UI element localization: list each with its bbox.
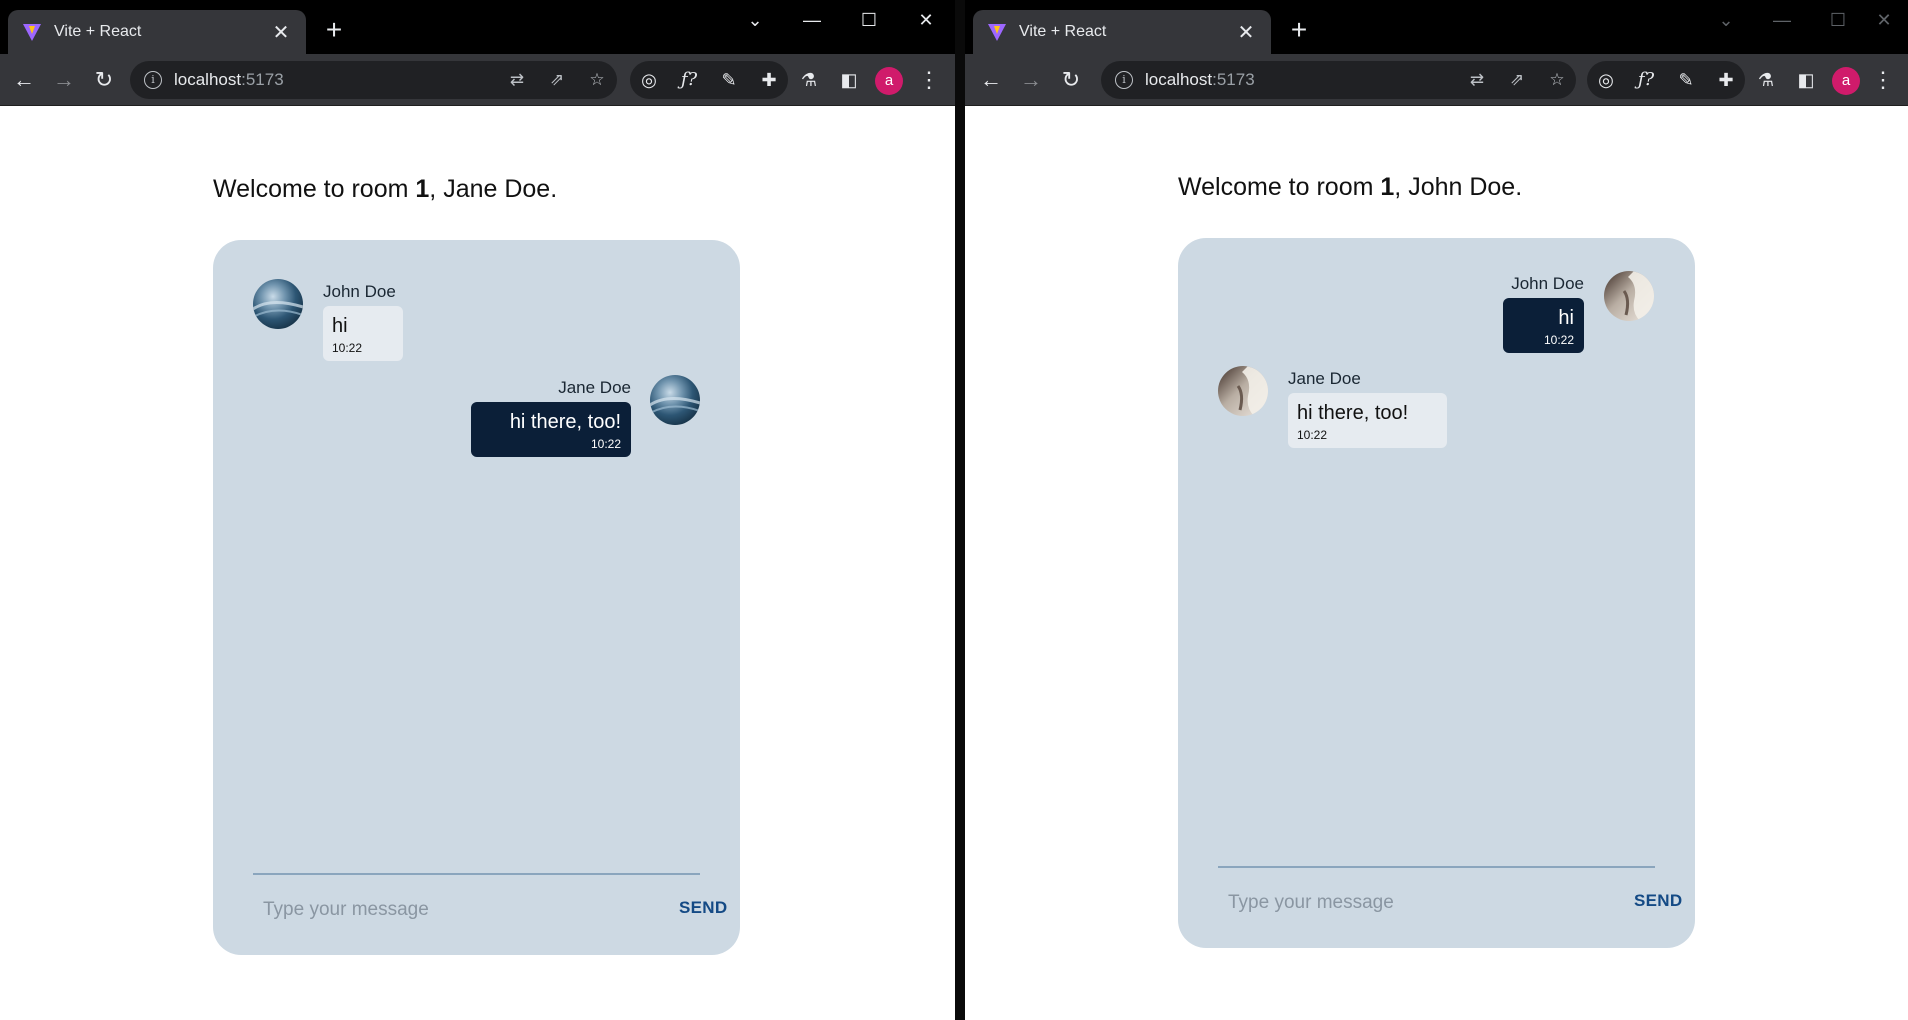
reload-icon[interactable]: ↻ bbox=[88, 64, 120, 96]
browser-toolbar: ← → ↻ i localhost:5173 ⇄ ⇗ ☆ ◎ ƒ? ✎ ✚ ⚗ … bbox=[965, 54, 1908, 106]
extension-target-icon[interactable]: ◎ bbox=[637, 68, 661, 92]
vite-logo-icon bbox=[23, 24, 41, 41]
message-bubble: hi 10:22 bbox=[323, 306, 403, 361]
blue-swirl-avatar bbox=[650, 375, 700, 425]
person-photo-avatar bbox=[1218, 366, 1268, 416]
message-time: 10:22 bbox=[590, 437, 621, 451]
input-underline bbox=[1218, 866, 1655, 868]
close-window-icon[interactable]: ✕ bbox=[1864, 8, 1904, 32]
send-button[interactable]: SEND bbox=[679, 898, 727, 918]
tab-search-chevron-icon[interactable]: ⌄ bbox=[1706, 8, 1746, 32]
message-time: 10:22 bbox=[1543, 333, 1574, 347]
message-bubble: hi 10:22 bbox=[1503, 298, 1584, 353]
browser-window-left: Vite + React ✕ + ⌄ — ☐ ✕ ← → ↻ i localho… bbox=[0, 0, 955, 1020]
url-port: :5173 bbox=[1212, 70, 1255, 89]
reload-icon[interactable]: ↻ bbox=[1055, 64, 1087, 96]
side-panel-icon[interactable]: ◧ bbox=[1794, 68, 1818, 92]
message-sender: Jane Doe bbox=[1288, 369, 1361, 388]
welcome-heading: Welcome to room 1, John Doe. bbox=[1178, 173, 1523, 201]
tab-strip: Vite + React ✕ + ⌄ — ☐ ✕ bbox=[965, 0, 1908, 54]
translate-icon[interactable]: ⇄ bbox=[506, 69, 528, 91]
chat-panel: John Doe hi 10:22 Jane Doe hi there, too… bbox=[1178, 238, 1695, 948]
address-bar[interactable]: i localhost:5173 ⇄ ⇗ ☆ bbox=[1101, 61, 1576, 99]
room-number: 1 bbox=[1380, 173, 1395, 201]
extensions-puzzle-icon[interactable]: ✚ bbox=[757, 68, 781, 92]
maximize-icon[interactable]: ☐ bbox=[1818, 8, 1858, 32]
forward-arrow-icon[interactable]: → bbox=[1015, 64, 1047, 96]
close-tab-icon[interactable]: ✕ bbox=[1235, 20, 1257, 45]
labs-flask-icon[interactable]: ⚗ bbox=[797, 68, 821, 92]
tab-strip: Vite + React ✕ + ⌄ — ☐ ✕ bbox=[0, 0, 955, 54]
url-port: :5173 bbox=[241, 70, 284, 89]
extension-edit-icon[interactable]: ✎ bbox=[1674, 68, 1698, 92]
send-button[interactable]: SEND bbox=[1634, 891, 1682, 911]
share-icon[interactable]: ⇗ bbox=[546, 69, 568, 91]
browser-tab[interactable]: Vite + React ✕ bbox=[8, 10, 306, 54]
page-content: Welcome to room 1, John Doe. John Doe hi… bbox=[965, 107, 1908, 1020]
labs-flask-icon[interactable]: ⚗ bbox=[1754, 68, 1778, 92]
page-content: Welcome to room 1, Jane Doe. John Doe hi… bbox=[0, 107, 955, 1020]
extension-function-icon[interactable]: ƒ? bbox=[1634, 68, 1658, 92]
url-host: localhost bbox=[174, 70, 242, 89]
close-tab-icon[interactable]: ✕ bbox=[270, 20, 292, 45]
window-divider bbox=[955, 0, 965, 1020]
message-sender: John Doe bbox=[323, 282, 396, 301]
message-text: hi there, too! bbox=[509, 411, 621, 433]
new-tab-icon[interactable]: + bbox=[1283, 14, 1315, 46]
message-item: John Doe hi 10:22 bbox=[1503, 274, 1584, 353]
input-underline bbox=[253, 873, 700, 875]
message-text: hi bbox=[1558, 307, 1574, 329]
extension-function-icon[interactable]: ƒ? bbox=[677, 68, 701, 92]
share-icon[interactable]: ⇗ bbox=[1506, 69, 1528, 91]
message-item: Jane Doe hi there, too! 10:22 bbox=[1288, 369, 1447, 448]
browser-tab[interactable]: Vite + React ✕ bbox=[973, 10, 1271, 54]
translate-icon[interactable]: ⇄ bbox=[1466, 69, 1488, 91]
browser-window-right: Vite + React ✕ + ⌄ — ☐ ✕ ← → ↻ i localho… bbox=[965, 0, 1908, 1020]
profile-avatar[interactable]: a bbox=[875, 67, 903, 95]
new-tab-icon[interactable]: + bbox=[318, 14, 350, 46]
bookmark-star-icon[interactable]: ☆ bbox=[586, 69, 608, 91]
message-time: 10:22 bbox=[1297, 428, 1328, 442]
tab-title: Vite + React bbox=[1019, 23, 1107, 40]
url-host: localhost bbox=[1145, 70, 1213, 89]
message-item: John Doe hi 10:22 bbox=[323, 282, 403, 361]
more-menu-icon[interactable]: ⋮ bbox=[1872, 66, 1894, 96]
extension-edit-icon[interactable]: ✎ bbox=[717, 68, 741, 92]
tab-search-chevron-icon[interactable]: ⌄ bbox=[735, 8, 775, 32]
back-arrow-icon[interactable]: ← bbox=[8, 64, 40, 96]
profile-avatar[interactable]: a bbox=[1832, 67, 1860, 95]
site-info-icon[interactable]: i bbox=[144, 71, 162, 89]
site-info-icon[interactable]: i bbox=[1115, 71, 1133, 89]
blue-swirl-avatar bbox=[253, 279, 303, 329]
minimize-icon[interactable]: — bbox=[792, 8, 832, 32]
forward-arrow-icon[interactable]: → bbox=[48, 64, 80, 96]
message-input[interactable] bbox=[1228, 887, 1578, 919]
message-bubble: hi there, too! 10:22 bbox=[1288, 393, 1447, 448]
message-bubble: hi there, too! 10:22 bbox=[471, 402, 631, 457]
tab-title: Vite + React bbox=[54, 23, 142, 40]
address-bar[interactable]: i localhost:5173 ⇄ ⇗ ☆ bbox=[130, 61, 617, 99]
message-sender: Jane Doe bbox=[558, 378, 631, 397]
minimize-icon[interactable]: — bbox=[1762, 8, 1802, 32]
more-menu-icon[interactable]: ⋮ bbox=[918, 66, 940, 96]
person-photo-avatar bbox=[1604, 271, 1654, 321]
browser-toolbar: ← → ↻ i localhost:5173 ⇄ ⇗ ☆ ◎ ƒ? ✎ ✚ ⚗ … bbox=[0, 54, 955, 106]
bookmark-star-icon[interactable]: ☆ bbox=[1546, 69, 1568, 91]
message-sender: John Doe bbox=[1511, 274, 1584, 293]
extension-target-icon[interactable]: ◎ bbox=[1594, 68, 1618, 92]
message-text: hi bbox=[332, 315, 348, 337]
message-text: hi there, too! bbox=[1297, 402, 1409, 424]
room-number: 1 bbox=[415, 175, 430, 203]
extensions-puzzle-icon[interactable]: ✚ bbox=[1714, 68, 1738, 92]
vite-logo-icon bbox=[988, 24, 1006, 41]
close-window-icon[interactable]: ✕ bbox=[906, 8, 946, 32]
message-time: 10:22 bbox=[332, 341, 363, 355]
maximize-icon[interactable]: ☐ bbox=[849, 8, 889, 32]
message-item: Jane Doe hi there, too! 10:22 bbox=[471, 378, 631, 457]
back-arrow-icon[interactable]: ← bbox=[975, 64, 1007, 96]
welcome-heading: Welcome to room 1, Jane Doe. bbox=[213, 175, 558, 203]
chat-panel: John Doe hi 10:22 Jane Doe hi there, too… bbox=[213, 240, 740, 955]
side-panel-icon[interactable]: ◧ bbox=[837, 68, 861, 92]
message-input[interactable] bbox=[263, 894, 623, 926]
